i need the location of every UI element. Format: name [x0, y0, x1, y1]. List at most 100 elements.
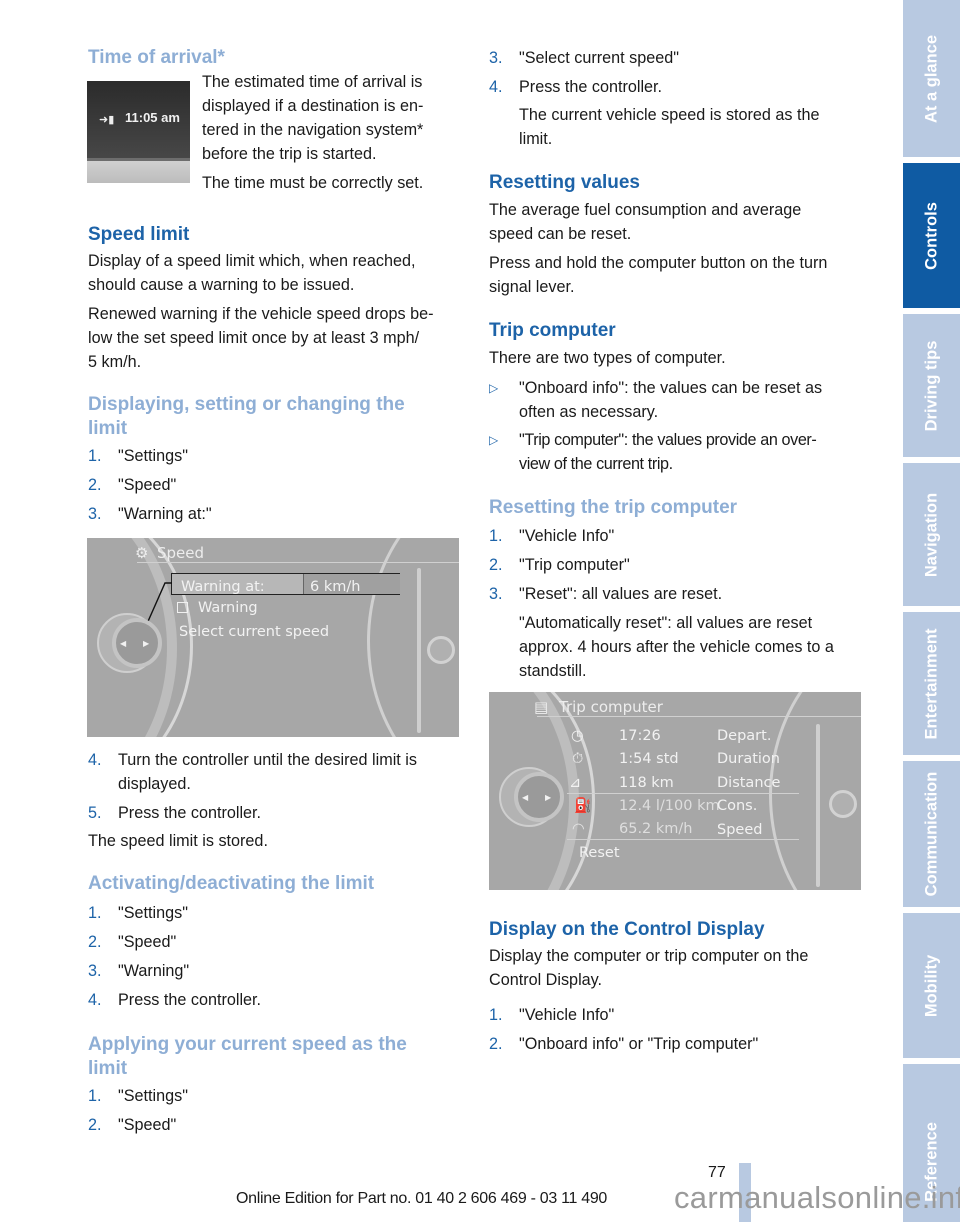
list-text: "Settings": [118, 904, 188, 922]
heading-time-of-arrival: Time of arrival*: [88, 47, 225, 68]
edition-line: Online Edition for Part no. 01 40 2 606 …: [236, 1190, 608, 1207]
list-text: "Vehicle Info": [519, 1006, 615, 1024]
list-text: "Trip computer": the values provide an o…: [519, 428, 864, 476]
list-text: "Onboard info" or "Trip computer": [519, 1035, 759, 1053]
tab-at-a-glance[interactable]: At a glance: [903, 0, 960, 157]
fuel-pump-icon: ⛽: [574, 798, 593, 814]
text-note: The speed limit is stored.: [88, 832, 268, 850]
list-number: 2.: [88, 933, 102, 951]
list-text: Press the controller.: [118, 991, 262, 1009]
arrow-right-icon: ▶: [143, 639, 150, 648]
heading-display-control-display: Display on the Control Display: [489, 919, 765, 940]
triangle-bullet-icon: ▷: [489, 433, 499, 447]
list-text: "Onboard info": the values can be reset …: [519, 376, 864, 424]
list-number: 4.: [88, 751, 102, 769]
list-number: 1.: [88, 447, 102, 465]
text-line: Display the computer or trip computer on…: [489, 947, 809, 965]
heading-activating-limit: Activating/deactivating the limit: [88, 873, 375, 894]
tab-label: Communication: [922, 771, 940, 897]
list-number: 1.: [489, 527, 503, 545]
list-text: "Warning at:": [118, 505, 212, 523]
text-line: Renewed warning if the vehicle speed dro…: [88, 305, 434, 323]
list-number: 3.: [88, 962, 102, 980]
time-of-arrival-text: The estimated time of arrival is display…: [202, 70, 472, 195]
speed-limit-text: Display of a speed limit which, when rea…: [88, 249, 468, 374]
list-text: "Reset": all values are reset.: [519, 585, 723, 603]
option-button-icon: [427, 636, 455, 664]
trip-computer-icon: ▤: [534, 698, 549, 716]
trip-value: 1:54 std: [619, 751, 679, 767]
text-line: Display of a speed limit which, when rea…: [88, 252, 416, 270]
tab-controls[interactable]: Controls: [903, 163, 960, 308]
tab-navigation[interactable]: Navigation: [903, 463, 960, 606]
text-line: should cause a warning to be issued.: [88, 276, 355, 294]
list-number: 2.: [489, 1035, 503, 1053]
tab-mobility[interactable]: Mobility: [903, 913, 960, 1058]
trip-label: Distance: [717, 775, 781, 791]
list-text: "Settings": [118, 447, 188, 465]
trip-label: Cons.: [717, 798, 758, 814]
time-of-arrival-screen: ➜▮ 11:05 am: [87, 81, 190, 183]
tab-label: Driving tips: [922, 340, 940, 431]
list-number: 2.: [489, 556, 503, 574]
text-line: displayed.: [118, 775, 191, 793]
tab-label: Mobility: [922, 954, 940, 1017]
trip-value: 65.2 km/h: [619, 821, 693, 837]
display-control-text: Display the computer or trip computer on…: [489, 944, 869, 992]
arrow-left-icon: ◀: [120, 639, 127, 648]
list-text: "Speed": [118, 933, 177, 951]
tab-communication[interactable]: Communication: [903, 761, 960, 907]
text-line: "Trip computer": the values provide an o…: [519, 431, 817, 449]
list-number: 1.: [88, 1087, 102, 1105]
text-line: The average fuel consumption and average: [489, 201, 802, 219]
arrival-time-value: 11:05 am: [125, 110, 180, 125]
trip-computer-screen: ▤ Trip computer ◷ 17:26 Depart. ⏱ 1:54 s…: [489, 692, 861, 890]
text-line: speed can be reset.: [489, 225, 632, 243]
resetting-values-text: The average fuel consumption and average…: [489, 198, 869, 299]
watermark: carmanualsonline.info: [674, 1180, 960, 1215]
tab-entertainment[interactable]: Entertainment: [903, 612, 960, 755]
departure-clock-icon: ◷: [571, 728, 584, 744]
text-line: Control Display.: [489, 971, 603, 989]
stopwatch-icon: ⏱: [572, 751, 584, 767]
text-line: before the trip is started.: [202, 145, 377, 163]
text-line: displayed if a destination is en-: [202, 97, 424, 115]
text-line: tered in the navigation system*: [202, 121, 424, 139]
road-distance-icon: ⊿: [569, 775, 582, 791]
heading-line: limit: [88, 1058, 128, 1079]
text-line: low the set speed limit once by at least…: [88, 329, 420, 347]
trip-label: Depart.: [717, 728, 772, 744]
tab-label: Entertainment: [922, 628, 940, 739]
text-line: Turn the controller until the desired li…: [118, 751, 417, 769]
list-number: 1.: [489, 1006, 503, 1024]
list-number: 1.: [88, 904, 102, 922]
arrow-left-icon: ◀: [522, 793, 529, 802]
list-text: "Speed": [118, 1116, 177, 1134]
list-text: "Warning": [118, 962, 190, 980]
heading-trip-computer: Trip computer: [489, 320, 616, 341]
text-line: Press and hold the computer button on th…: [489, 254, 828, 272]
text-note: The current vehicle speed is stored as t…: [519, 103, 820, 151]
text-note: "Automatically reset": all values are re…: [519, 611, 869, 683]
arrow-right-icon: ▶: [545, 793, 552, 802]
text-line: often as necessary.: [519, 403, 659, 421]
triangle-bullet-icon: ▷: [489, 381, 499, 395]
reset-menu-item[interactable]: Reset: [579, 841, 620, 865]
heading-line: limit: [88, 418, 128, 439]
trip-label: Duration: [717, 751, 780, 767]
list-number: 2.: [88, 476, 102, 494]
tab-label: Controls: [922, 201, 940, 270]
text-line: approx. 4 hours after the vehicle comes …: [519, 638, 834, 656]
tab-driving-tips[interactable]: Driving tips: [903, 314, 960, 457]
heading-speed-limit: Speed limit: [88, 224, 190, 245]
text-line: The estimated time of arrival is: [202, 73, 423, 91]
screen-title: Trip computer: [559, 698, 663, 716]
list-text: "Settings": [118, 1087, 188, 1105]
tab-label: At a glance: [922, 34, 940, 123]
scrollbar: [417, 568, 421, 733]
speed-settings-screen: ⚙ Speed Warning at: 6 km/h Warning Selec…: [87, 538, 459, 737]
list-text: Press the controller.: [519, 78, 663, 96]
trip-value: 17:26: [619, 728, 661, 744]
scrollbar: [816, 724, 820, 887]
text-line: The time must be correctly set.: [202, 174, 424, 192]
